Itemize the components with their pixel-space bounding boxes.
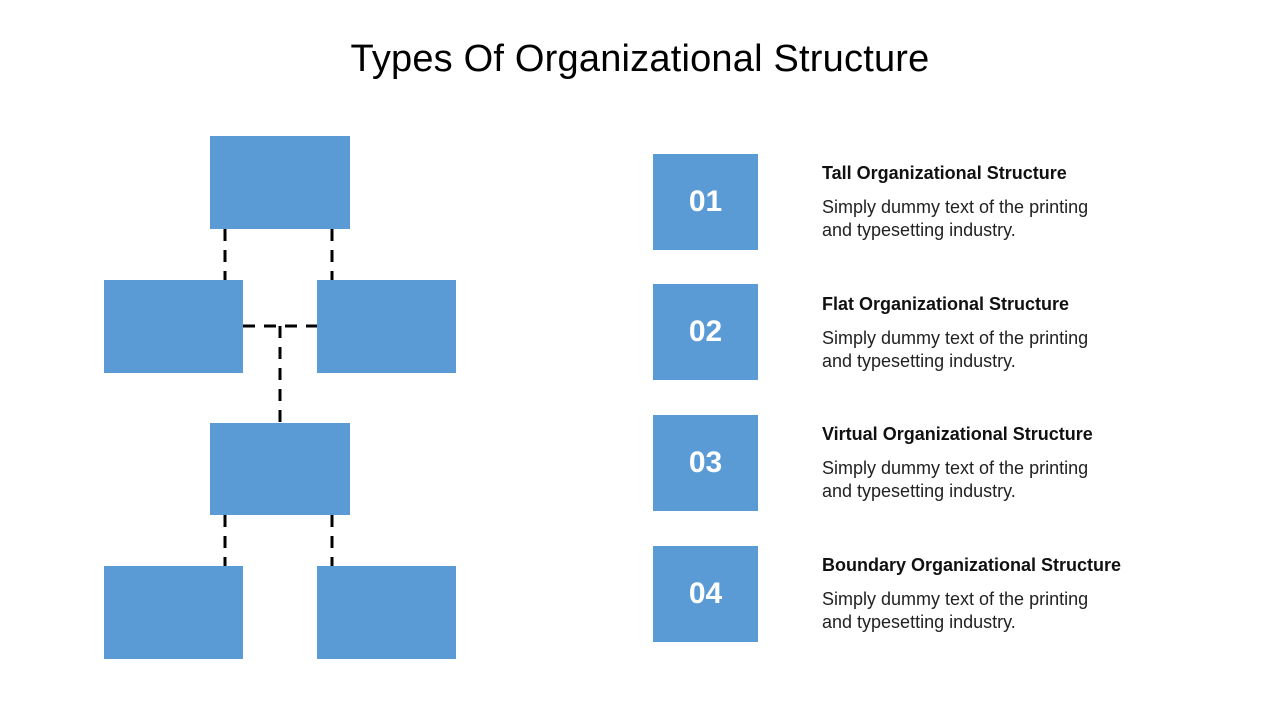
number-badge: 01 bbox=[653, 154, 758, 250]
org-node-top bbox=[210, 136, 350, 229]
item-heading: Flat Organizational Structure bbox=[822, 294, 1070, 314]
item-heading: Virtual Organizational Structure bbox=[822, 424, 1093, 444]
number-badge: 04 bbox=[653, 546, 758, 642]
org-node-bottom-left bbox=[104, 566, 243, 659]
number-badge: 02 bbox=[653, 284, 758, 380]
item-description: Simply dummy text of the printing and ty… bbox=[822, 328, 1089, 371]
item-description: Simply dummy text of the printing and ty… bbox=[822, 458, 1089, 501]
org-node-center bbox=[210, 423, 350, 515]
number-badge: 03 bbox=[653, 415, 758, 511]
item-heading: Boundary Organizational Structure bbox=[822, 555, 1122, 575]
org-node-bottom-right bbox=[317, 566, 456, 659]
item-description: Simply dummy text of the printing and ty… bbox=[822, 197, 1089, 240]
item-description: Simply dummy text of the printing and ty… bbox=[822, 589, 1089, 632]
org-node-middle-right bbox=[317, 280, 456, 373]
item-heading: Tall Organizational Structure bbox=[822, 163, 1067, 183]
org-node-middle-left bbox=[104, 280, 243, 373]
